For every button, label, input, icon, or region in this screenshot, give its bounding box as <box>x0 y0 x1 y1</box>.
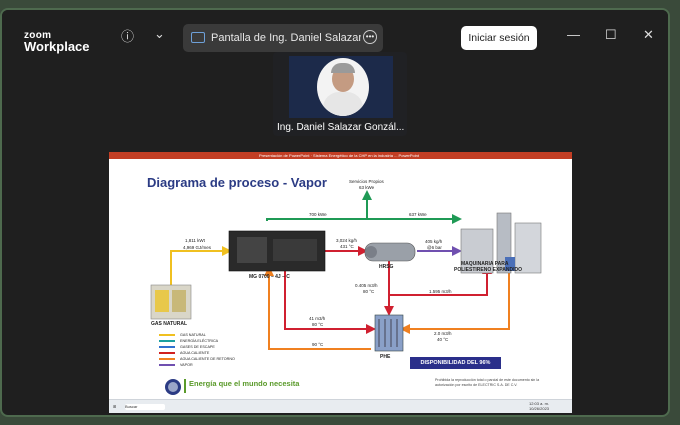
kw700-label: 700 kWe <box>309 212 327 217</box>
gas-flow-2: 4,969 GJ/mes <box>183 245 212 250</box>
minimize-icon[interactable]: — <box>567 27 580 42</box>
phe-label: PHE <box>380 354 391 360</box>
slide: Diagrama de proceso - Vapor Servicios Pr… <box>109 159 572 400</box>
windows-taskbar: ⊞ Buscar 12:03 a. m. 10/26/2023 <box>109 399 572 413</box>
taskbar-search[interactable]: Buscar <box>125 404 165 410</box>
hot-water-line-engine <box>284 271 376 334</box>
taskbar-date: 10/26/2023 <box>529 406 550 411</box>
engine-label: MG 0700 – 4J – C <box>249 274 290 280</box>
servicios-label: Servicios Propios <box>349 179 384 184</box>
gas-cabinet-panel-2 <box>172 290 186 312</box>
water-41-1: 41 m3/h <box>309 316 326 321</box>
info-icon[interactable]: ⓘ <box>121 26 134 45</box>
zoom-window: zoom Workplace ⓘ ⌄ Pantalla de Ing. Dani… <box>2 10 668 415</box>
maximize-icon[interactable]: ☐ <box>605 27 617 43</box>
disclaimer: Prohibida la reproducción total o parcia… <box>435 378 540 387</box>
shared-screen: Presentación de PowerPoint · Sistema Ene… <box>109 152 572 413</box>
water-0405-2: 80 °C <box>363 289 375 294</box>
participant-video[interactable]: Ing. Daniel Salazar Gonzál... <box>273 52 407 136</box>
machine-silo <box>514 222 542 274</box>
chevron-down-icon[interactable]: ⌄ <box>154 26 165 42</box>
temp-90: 90 °C <box>312 342 324 347</box>
tagline-bar <box>184 379 186 393</box>
hrsg-label: HRSG <box>379 264 394 270</box>
close-icon[interactable]: ✕ <box>643 27 654 43</box>
engine-grille <box>273 239 317 261</box>
tagline: Energía que el mundo necesita <box>189 379 300 388</box>
legend-item: VAPOR <box>159 362 235 368</box>
steam-flow-2: 431 °C <box>340 244 354 249</box>
avatar <box>317 58 369 116</box>
gas-cabinet-panel <box>155 290 169 312</box>
share-label: Pantalla de Ing. Daniel Salazar Go <box>211 32 361 44</box>
availability-badge: DISPONIBILIDAD DEL 96% <box>410 357 501 369</box>
title-bar: zoom Workplace ⓘ ⌄ Pantalla de Ing. Dani… <box>2 10 668 58</box>
water-41-2: 80 °C <box>312 322 324 327</box>
maquinaria-label-2: POLIESTIRENO EXPANDIDO <box>454 267 522 273</box>
screen-share-icon <box>191 32 205 43</box>
water-20-2: 40 °C <box>437 337 449 342</box>
gas-natural-label: GAS NATURAL <box>151 321 188 327</box>
ppt-window-title: Presentación de PowerPoint · Sistema Ene… <box>259 153 420 158</box>
powerpoint-title-bar: Presentación de PowerPoint · Sistema Ene… <box>109 152 572 159</box>
more-options-icon[interactable]: ••• <box>363 30 377 44</box>
engine-panel <box>237 237 267 263</box>
gas-line <box>170 246 232 289</box>
sign-in-button[interactable]: Iniciar sesión <box>461 26 537 50</box>
water-1595: 1.595 m3/h <box>429 289 452 294</box>
steam-flow-1: 3,024 kg/h <box>336 238 358 243</box>
servicios-kw: 63 kWe <box>359 185 375 190</box>
kw637-label: 637 kWe <box>409 212 427 217</box>
water-0405-1: 0.405 m3/h <box>355 283 378 288</box>
legend: GAS NATURAL ENERGÍA ELÉCTRICA GASES DE E… <box>159 332 235 368</box>
vapor-flow-2: @6 bar <box>427 245 442 250</box>
hrsg-end <box>365 246 377 258</box>
participant-name: Ing. Daniel Salazar Gonzál... <box>277 122 405 133</box>
gas-flow-1: 1,811 kWt <box>185 238 205 243</box>
water-20-1: 2.0 m3/h <box>434 331 452 336</box>
screen-share-indicator[interactable]: Pantalla de Ing. Daniel Salazar Go ••• <box>183 24 383 52</box>
zoom-logo: zoom Workplace <box>24 30 90 54</box>
logo-line-2: Workplace <box>24 39 90 54</box>
vapor-flow-1: 405 kg/h <box>425 239 443 244</box>
return-line-maquinaria <box>400 269 510 334</box>
start-icon[interactable]: ⊞ <box>113 404 116 409</box>
